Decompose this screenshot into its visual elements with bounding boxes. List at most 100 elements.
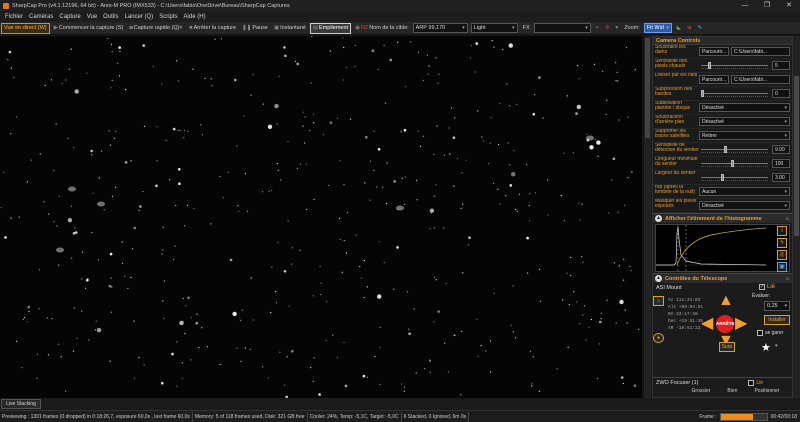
maximize-button[interactable]: ❐ bbox=[756, 0, 778, 11]
fx-select[interactable]: ▾ bbox=[533, 23, 591, 33]
status-preview: Previewing : 1301 frames (0 dropped) in … bbox=[0, 411, 193, 422]
star bbox=[36, 353, 39, 355]
numeric-field[interactable]: 5 bbox=[772, 61, 790, 70]
start-capture-button[interactable]: ▶ Commencer la capture (S) bbox=[52, 23, 126, 34]
slider-knob[interactable] bbox=[720, 174, 724, 181]
focuser-linked-checkbox[interactable]: Lié bbox=[748, 380, 763, 386]
telescope-header[interactable]: ▲ Contrôles du Télescope ≡ bbox=[653, 273, 792, 283]
minimize-button[interactable]: — bbox=[734, 0, 756, 11]
menu-view[interactable]: Vue bbox=[84, 14, 100, 20]
arrow-right-icon[interactable]: ▶ bbox=[735, 316, 747, 332]
info-icon[interactable]: i bbox=[777, 226, 787, 236]
histogram-icon[interactable]: ◣ bbox=[675, 23, 683, 34]
view-scrollbar[interactable] bbox=[643, 36, 651, 398]
checkbox[interactable] bbox=[748, 380, 755, 386]
stop-slew-button[interactable]: ARRÊTE bbox=[716, 315, 735, 333]
arrow-left-icon[interactable]: ◀ bbox=[701, 316, 713, 332]
stacking-button[interactable]: ▤ Empilement bbox=[309, 22, 352, 34]
rate-select[interactable]: 0,25 ▾ bbox=[764, 301, 790, 311]
camera-controls-header[interactable]: Camera Controls bbox=[653, 37, 792, 45]
collapse-icon[interactable]: ▲ bbox=[655, 215, 662, 222]
panel-scrollbar[interactable] bbox=[793, 36, 800, 398]
live-stacking-tab[interactable]: Live Stacking bbox=[1, 399, 41, 409]
grip-icon[interactable]: ≡ bbox=[786, 216, 789, 222]
chevron-down-icon[interactable]: ▾ bbox=[775, 343, 778, 349]
star bbox=[376, 186, 378, 188]
slider-knob[interactable] bbox=[730, 160, 734, 167]
numeric-field[interactable]: 9.00 bbox=[772, 145, 790, 154]
control-select[interactable]: Retirer ▾ bbox=[699, 131, 790, 140]
histogram-header[interactable]: ▲ Afficher l'étirement de l'histogramme … bbox=[653, 213, 792, 223]
chevron-down-icon: ▾ bbox=[784, 133, 787, 139]
control-select[interactable]: Aucun ▾ bbox=[699, 187, 790, 196]
zoom-select[interactable]: Fit Wid ▾ bbox=[643, 23, 672, 33]
stop-capture-button[interactable]: ■ Arrêter la capture bbox=[187, 23, 238, 34]
quick-capture-button[interactable]: ◙ Capture rapide (Q) ▾ bbox=[127, 23, 185, 34]
menu-cameras[interactable]: Caméras bbox=[26, 14, 56, 20]
star bbox=[320, 294, 322, 296]
control-slider[interactable] bbox=[699, 89, 770, 98]
star bbox=[276, 162, 278, 165]
control-input: 5 bbox=[699, 61, 790, 71]
menu-tools[interactable]: Outils bbox=[100, 14, 121, 20]
arrow-up-icon[interactable]: ▲ bbox=[718, 293, 734, 309]
star-field bbox=[0, 36, 640, 398]
scrollbar-thumb[interactable] bbox=[794, 76, 799, 236]
live-view-button[interactable]: Vue en direct (W) bbox=[1, 22, 50, 34]
install-button[interactable]: Installer bbox=[764, 315, 790, 325]
settings-icon[interactable]: ▾ bbox=[613, 23, 620, 34]
goto-icon[interactable]: ● bbox=[653, 333, 664, 343]
star bbox=[177, 129, 179, 132]
menu-help[interactable]: Aide (H) bbox=[181, 14, 209, 20]
menu-file[interactable]: Fichier bbox=[2, 14, 26, 20]
frame-type-select[interactable]: Light ▾ bbox=[470, 23, 518, 33]
snapshot-button[interactable]: ▣ Instantané bbox=[272, 23, 308, 34]
camera-view[interactable] bbox=[0, 36, 642, 398]
collapse-icon[interactable]: ▲ bbox=[655, 275, 662, 282]
control-slider[interactable] bbox=[699, 173, 770, 182]
reticle-icon[interactable]: ⌖ bbox=[594, 23, 601, 34]
star-icon[interactable]: ★ bbox=[761, 341, 771, 354]
park-checkbox[interactable]: se garer bbox=[757, 330, 783, 336]
target-name-input[interactable]: ARP 99,170 ▾ bbox=[412, 23, 468, 33]
file-path-field[interactable]: C:\Users\fabi... bbox=[731, 75, 790, 84]
tool-icon[interactable]: ✎ bbox=[696, 23, 705, 34]
mount-linked-checkbox[interactable]: ✓ Lié bbox=[759, 284, 775, 290]
tracking-button[interactable]: Suivi bbox=[719, 342, 735, 352]
file-path-field[interactable]: C:\Users\fabi... bbox=[731, 47, 790, 56]
control-label: Stabilisation planète / disque bbox=[655, 101, 691, 111]
checkbox-checked[interactable]: ✓ bbox=[759, 284, 765, 290]
browse-button[interactable]: Parcourir... bbox=[699, 47, 729, 56]
star bbox=[374, 355, 376, 358]
control-slider[interactable] bbox=[699, 159, 770, 168]
lightning-icon[interactable]: ϟ bbox=[777, 238, 787, 248]
grip-icon[interactable]: ≡ bbox=[786, 276, 789, 282]
numeric-field[interactable]: 100 bbox=[772, 159, 790, 168]
control-select[interactable]: Désactivé ▾ bbox=[699, 201, 790, 210]
slider-knob[interactable] bbox=[701, 90, 704, 97]
pause-button[interactable]: ❚❚ Pause bbox=[240, 23, 270, 34]
star bbox=[171, 352, 174, 356]
menu-capture[interactable]: Capture bbox=[56, 14, 83, 20]
menu-launch[interactable]: Lancer (Q) bbox=[122, 14, 157, 20]
histogram[interactable]: i ϟ ◎ ▣ bbox=[655, 224, 790, 272]
target-icon[interactable]: ◎ bbox=[777, 250, 787, 260]
save-icon[interactable]: ▣ bbox=[777, 262, 787, 272]
park-icon[interactable]: ⌂ bbox=[653, 296, 664, 306]
control-select[interactable]: Désactivé ▾ bbox=[699, 117, 790, 126]
control-row: Sensibilité des pixels chauds 5 bbox=[653, 59, 792, 73]
control-select[interactable]: Désactivé ▾ bbox=[699, 103, 790, 112]
checkbox[interactable] bbox=[757, 330, 763, 336]
control-slider[interactable] bbox=[699, 61, 770, 70]
browse-button[interactable]: Parcourir... bbox=[699, 75, 729, 84]
target-icon[interactable]: ⊕ bbox=[685, 23, 694, 34]
control-slider[interactable] bbox=[699, 145, 770, 154]
numeric-field[interactable]: 3.00 bbox=[772, 173, 790, 182]
scrollbar-thumb[interactable] bbox=[645, 38, 650, 138]
numeric-field[interactable]: 0 bbox=[772, 89, 790, 98]
close-button[interactable]: ✕ bbox=[778, 0, 800, 11]
crosshair-icon[interactable]: ✢ bbox=[603, 23, 612, 34]
slider-knob[interactable] bbox=[707, 62, 711, 69]
slider-knob[interactable] bbox=[724, 146, 728, 153]
menu-scripts[interactable]: Scripts bbox=[156, 14, 180, 20]
